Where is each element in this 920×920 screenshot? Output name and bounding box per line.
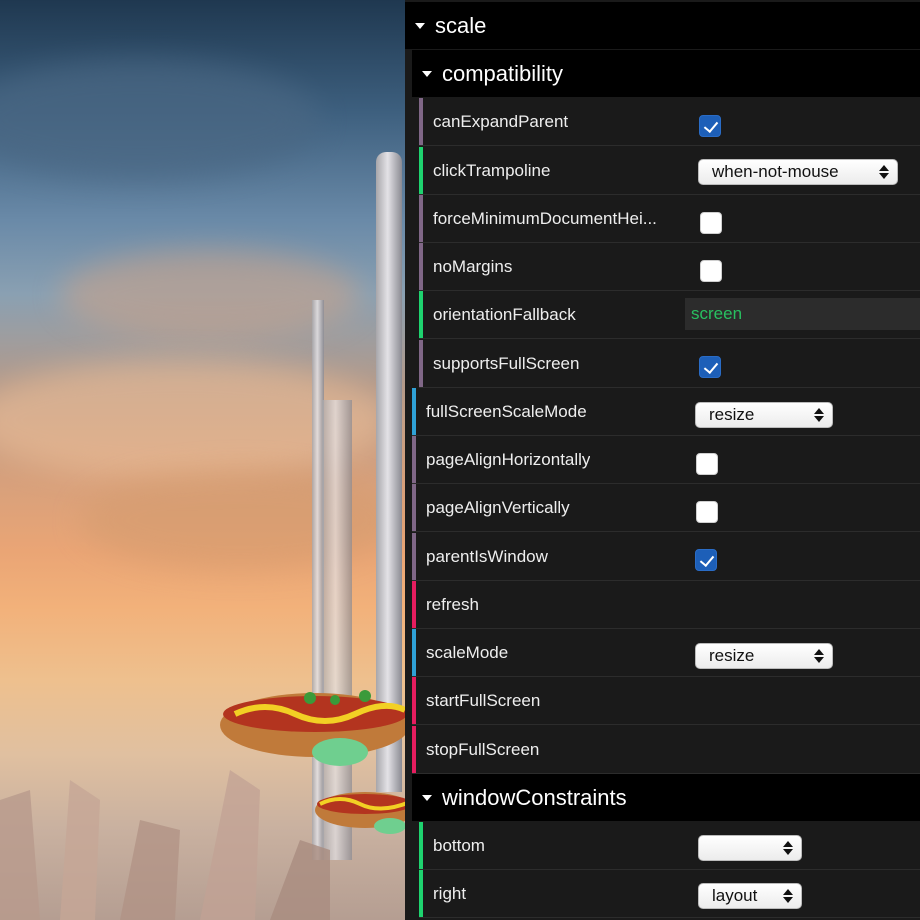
checkbox[interactable] [700, 260, 722, 282]
row-label: parentIsWindow [426, 546, 548, 566]
type-bar [419, 822, 423, 869]
chevron-down-icon [415, 22, 425, 29]
row-label: bottom [433, 835, 485, 855]
folder-scale[interactable]: scale [405, 2, 920, 49]
select-arrows-icon [814, 407, 824, 423]
checkbox[interactable] [695, 549, 717, 571]
folder-windowConstraints[interactable]: windowConstraints [412, 774, 920, 821]
select-arrows-icon [814, 648, 824, 664]
function-button-label: stopFullScreen [426, 739, 540, 759]
select-dropdown[interactable] [698, 835, 802, 861]
type-bar [412, 533, 416, 580]
row-right: right layout [419, 870, 920, 918]
row-label: scaleMode [426, 642, 509, 662]
select-arrows-icon [879, 164, 889, 180]
row-forceMinimumDocumentHeight: forceMinimumDocumentHei... [419, 195, 920, 243]
row-label: noMargins [433, 256, 513, 276]
row-pageAlignHorizontally: pageAlignHorizontally [412, 436, 920, 484]
type-bar [412, 677, 416, 724]
row-parentIsWindow: parentIsWindow [412, 533, 920, 581]
select-dropdown[interactable]: resize [695, 643, 833, 669]
row-pageAlignVertically: pageAlignVertically [412, 484, 920, 532]
hotdog-sprite [220, 690, 410, 766]
row-label: right [433, 883, 467, 903]
checkbox[interactable] [696, 501, 718, 523]
row-refresh[interactable]: refresh [412, 581, 920, 629]
row-label: supportsFullScreen [433, 353, 580, 373]
type-bar [412, 726, 416, 773]
folder-title: windowConstraints [442, 784, 627, 810]
select-dropdown[interactable]: layout [698, 883, 802, 909]
chevron-down-icon [422, 794, 432, 801]
row-label: fullScreenScaleMode [426, 401, 587, 421]
row-startFullScreen[interactable]: startFullScreen [412, 677, 920, 725]
row-label: pageAlignVertically [426, 497, 570, 517]
folder-title: scale [435, 12, 487, 38]
row-label: clickTrampoline [433, 160, 551, 180]
row-label: forceMinimumDocumentHei... [433, 208, 657, 228]
row-noMargins: noMargins [419, 243, 920, 291]
select-dropdown[interactable]: resize [695, 402, 833, 428]
row-label: pageAlignHorizontally [426, 449, 591, 469]
row-clickTrampoline: clickTrampoline when-not-mouse [419, 147, 920, 195]
hotdog-sprite-small [315, 792, 415, 834]
type-bar [412, 436, 416, 483]
row-label: canExpandParent [433, 111, 569, 131]
row-fullScreenScaleMode: fullScreenScaleMode resize [412, 388, 920, 436]
type-bar [419, 147, 423, 194]
type-bar [412, 629, 416, 676]
folder-compatibility[interactable]: compatibility [412, 50, 920, 97]
chevron-down-icon [422, 70, 432, 77]
type-bar [412, 388, 416, 435]
text-input[interactable]: screen [685, 298, 920, 330]
row-stopFullScreen[interactable]: stopFullScreen [412, 726, 920, 774]
checkbox[interactable] [699, 356, 721, 378]
row-scaleMode: scaleMode resize [412, 629, 920, 677]
type-bar [419, 291, 423, 338]
type-bar [419, 98, 423, 145]
type-bar [419, 870, 423, 917]
type-bar [412, 484, 416, 531]
checkbox[interactable] [699, 115, 721, 137]
row-bottom: bottom [419, 822, 920, 870]
function-button-label: startFullScreen [426, 690, 541, 710]
function-button-label: refresh [426, 594, 479, 614]
type-bar [419, 340, 423, 387]
checkbox[interactable] [696, 453, 718, 475]
row-label: orientationFallback [433, 304, 576, 324]
row-canExpandParent: canExpandParent [419, 98, 920, 146]
row-supportsFullScreen: supportsFullScreen [419, 340, 920, 388]
row-orientationFallback: orientationFallback screen [419, 291, 920, 339]
folder-title: compatibility [442, 60, 564, 86]
checkbox[interactable] [700, 212, 722, 234]
type-bar [419, 243, 423, 290]
select-dropdown[interactable]: when-not-mouse [698, 159, 898, 185]
type-bar [419, 195, 423, 242]
type-bar [412, 581, 416, 628]
select-arrows-icon [783, 888, 793, 904]
select-arrows-icon [783, 840, 793, 856]
